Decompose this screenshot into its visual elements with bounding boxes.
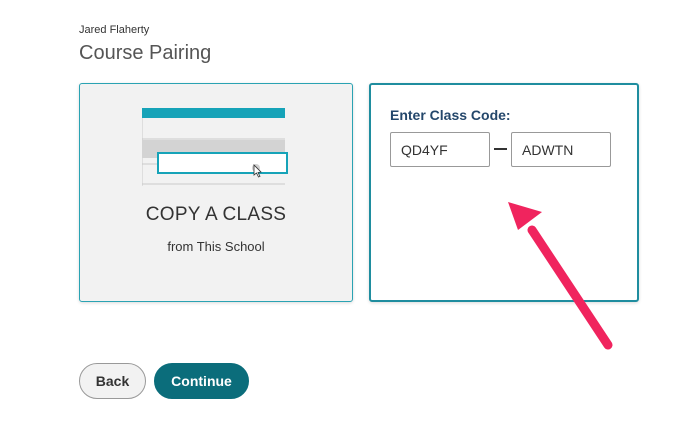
class-code-input-part-1[interactable]	[390, 132, 490, 167]
copy-class-title: COPY A CLASS	[145, 204, 287, 225]
back-button[interactable]: Back	[79, 363, 146, 399]
user-name: Jared Flaherty	[79, 24, 150, 36]
class-list-cursor-icon	[142, 108, 288, 186]
arrow-icon	[508, 202, 613, 350]
page-title: Course Pairing	[79, 42, 212, 64]
copy-class-subtitle: from This School	[167, 239, 265, 254]
copy-class-card[interactable]: COPY A CLASS from This School	[79, 83, 353, 302]
class-code-input-part-2[interactable]	[511, 132, 611, 167]
class-code-label: Enter Class Code:	[390, 107, 511, 123]
continue-button[interactable]: Continue	[154, 363, 249, 399]
course-pairing-page: Jared Flaherty Course Pairing COPY A CLA…	[0, 0, 693, 437]
code-separator	[494, 148, 507, 150]
